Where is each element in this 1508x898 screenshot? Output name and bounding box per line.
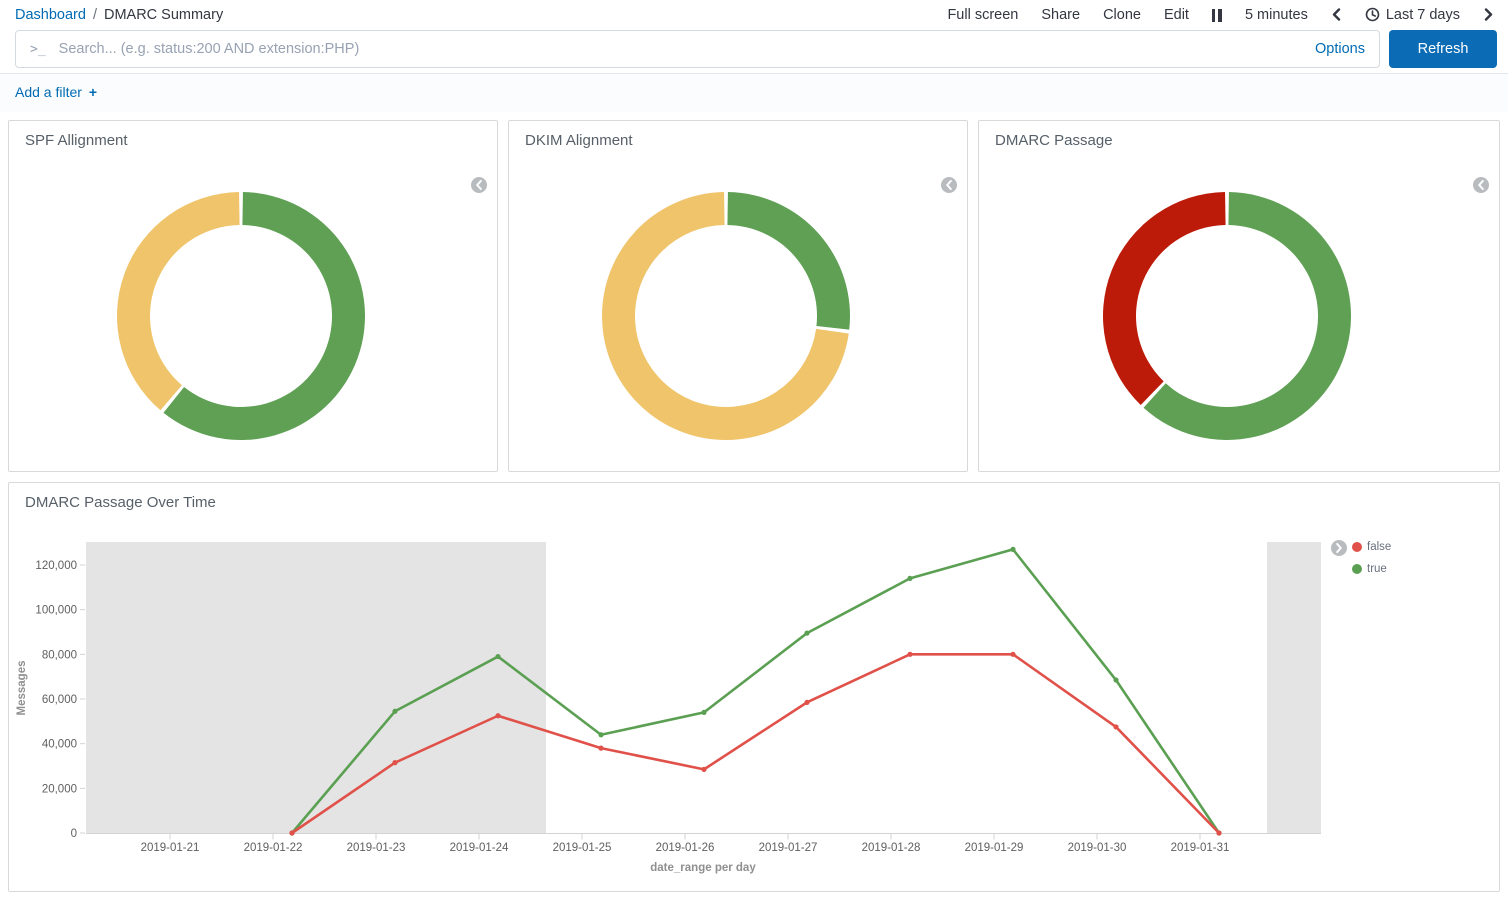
- pause-icon: [1218, 9, 1222, 22]
- legend-label: false: [1367, 541, 1391, 553]
- dmarc-over-time-line-chart[interactable]: 2019-01-21 2019-01-22 2019-01-23 2019-01-24…: [9, 483, 1499, 891]
- dashboard-grid: SPF Allignment DKIM Alignment DMARC Pass…: [0, 112, 1508, 892]
- svg-text:2019-01-29: 2019-01-29: [965, 842, 1024, 854]
- svg-text:date_range per day: date_range per day: [650, 862, 756, 874]
- full-screen-button[interactable]: Full screen: [947, 7, 1018, 23]
- svg-text:2019-01-26: 2019-01-26: [656, 842, 715, 854]
- search-box[interactable]: >_ Options: [15, 30, 1380, 68]
- refresh-button[interactable]: Refresh: [1389, 30, 1497, 68]
- time-back-button[interactable]: [1331, 8, 1342, 21]
- clock-icon: [1365, 7, 1380, 22]
- edit-button[interactable]: Edit: [1164, 7, 1189, 23]
- top-nav-bar: Dashboard / DMARC Summary Full screen Sh…: [0, 0, 1508, 26]
- breadcrumb: Dashboard / DMARC Summary: [15, 7, 223, 23]
- breadcrumb-separator: /: [93, 7, 97, 23]
- legend-label: true: [1367, 563, 1387, 575]
- dmarc-donut-chart[interactable]: [1102, 191, 1352, 446]
- svg-text:2019-01-24: 2019-01-24: [450, 842, 509, 854]
- search-bar-row: >_ Options Refresh: [0, 26, 1508, 68]
- svg-text:0: 0: [71, 828, 77, 840]
- legend-item-false[interactable]: false: [1352, 541, 1391, 553]
- time-range-label: Last 7 days: [1386, 7, 1460, 23]
- legend-item-true[interactable]: true: [1352, 563, 1391, 575]
- chevron-right-icon: [1335, 543, 1343, 553]
- svg-text:2019-01-23: 2019-01-23: [347, 842, 406, 854]
- svg-text:2019-01-22: 2019-01-22: [244, 842, 303, 854]
- svg-text:2019-01-31: 2019-01-31: [1171, 842, 1230, 854]
- panel-title: DKIM Alignment: [509, 121, 967, 149]
- chart-legend: false true: [1352, 541, 1391, 575]
- svg-text:Messages: Messages: [16, 661, 28, 716]
- legend-collapse-button[interactable]: [471, 177, 487, 193]
- svg-text:2019-01-21: 2019-01-21: [141, 842, 200, 854]
- legend-collapse-button[interactable]: [1473, 177, 1489, 193]
- panel-title: SPF Allignment: [9, 121, 497, 149]
- refresh-interval-button[interactable]: 5 minutes: [1245, 7, 1308, 23]
- chevron-left-icon: [1331, 8, 1342, 21]
- panel-title: DMARC Passage: [979, 121, 1499, 149]
- chevron-left-icon: [1477, 180, 1485, 190]
- add-filter-button[interactable]: Add a filter +: [15, 84, 97, 100]
- dkim-donut-chart[interactable]: [601, 191, 851, 446]
- pause-icon: [1212, 9, 1216, 22]
- panel-dmarc-passage-over-time: DMARC Passage Over Time 2019-01-212019-0…: [8, 482, 1500, 892]
- legend-collapse-button[interactable]: [941, 177, 957, 193]
- time-range-picker[interactable]: Last 7 days: [1365, 7, 1460, 23]
- svg-text:2019-01-28: 2019-01-28: [862, 842, 921, 854]
- svg-text:2019-01-25: 2019-01-25: [553, 842, 612, 854]
- panel-dmarc-passage: DMARC Passage: [978, 120, 1500, 472]
- legend-dot-true-icon: [1352, 564, 1362, 574]
- pause-refresh-button[interactable]: [1212, 8, 1222, 22]
- time-forward-button[interactable]: [1483, 8, 1494, 21]
- spf-donut-chart[interactable]: [116, 191, 366, 446]
- page-title: DMARC Summary: [104, 7, 223, 23]
- search-input[interactable]: [57, 40, 1303, 58]
- svg-text:2019-01-30: 2019-01-30: [1068, 842, 1127, 854]
- panel-spf-alignment: SPF Allignment: [8, 120, 498, 472]
- svg-text:60,000: 60,000: [42, 694, 77, 706]
- chevron-left-icon: [475, 180, 483, 190]
- svg-text:100,000: 100,000: [35, 605, 77, 617]
- chevron-right-icon: [1483, 8, 1494, 21]
- legend-collapse-button[interactable]: [1331, 540, 1347, 556]
- chevron-left-icon: [945, 180, 953, 190]
- svg-text:80,000: 80,000: [42, 649, 77, 661]
- clone-button[interactable]: Clone: [1103, 7, 1141, 23]
- options-button[interactable]: Options: [1315, 41, 1365, 57]
- svg-text:120,000: 120,000: [35, 560, 77, 572]
- plus-icon: +: [89, 84, 97, 100]
- filter-bar: Add a filter +: [0, 73, 1508, 112]
- share-button[interactable]: Share: [1041, 7, 1080, 23]
- add-filter-label: Add a filter: [15, 84, 82, 100]
- svg-text:2019-01-27: 2019-01-27: [759, 842, 818, 854]
- panel-dkim-alignment: DKIM Alignment: [508, 120, 968, 472]
- top-nav-menu: Full screen Share Clone Edit 5 minutes L…: [947, 7, 1494, 23]
- svg-text:20,000: 20,000: [42, 783, 77, 795]
- breadcrumb-dashboard-link[interactable]: Dashboard: [15, 7, 86, 23]
- legend-dot-false-icon: [1352, 542, 1362, 552]
- svg-text:40,000: 40,000: [42, 739, 77, 751]
- console-prompt-icon: >_: [30, 42, 46, 57]
